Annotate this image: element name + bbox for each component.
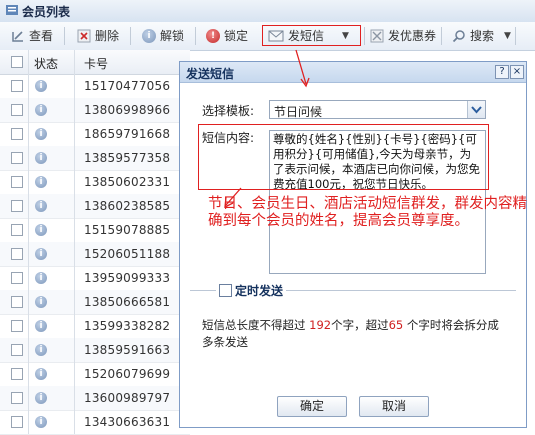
annotation-text: 节日、会员生日、酒店活动短信群发，群发内容精确到每个会员的姓名，提高会员尊享度。 <box>208 196 527 229</box>
